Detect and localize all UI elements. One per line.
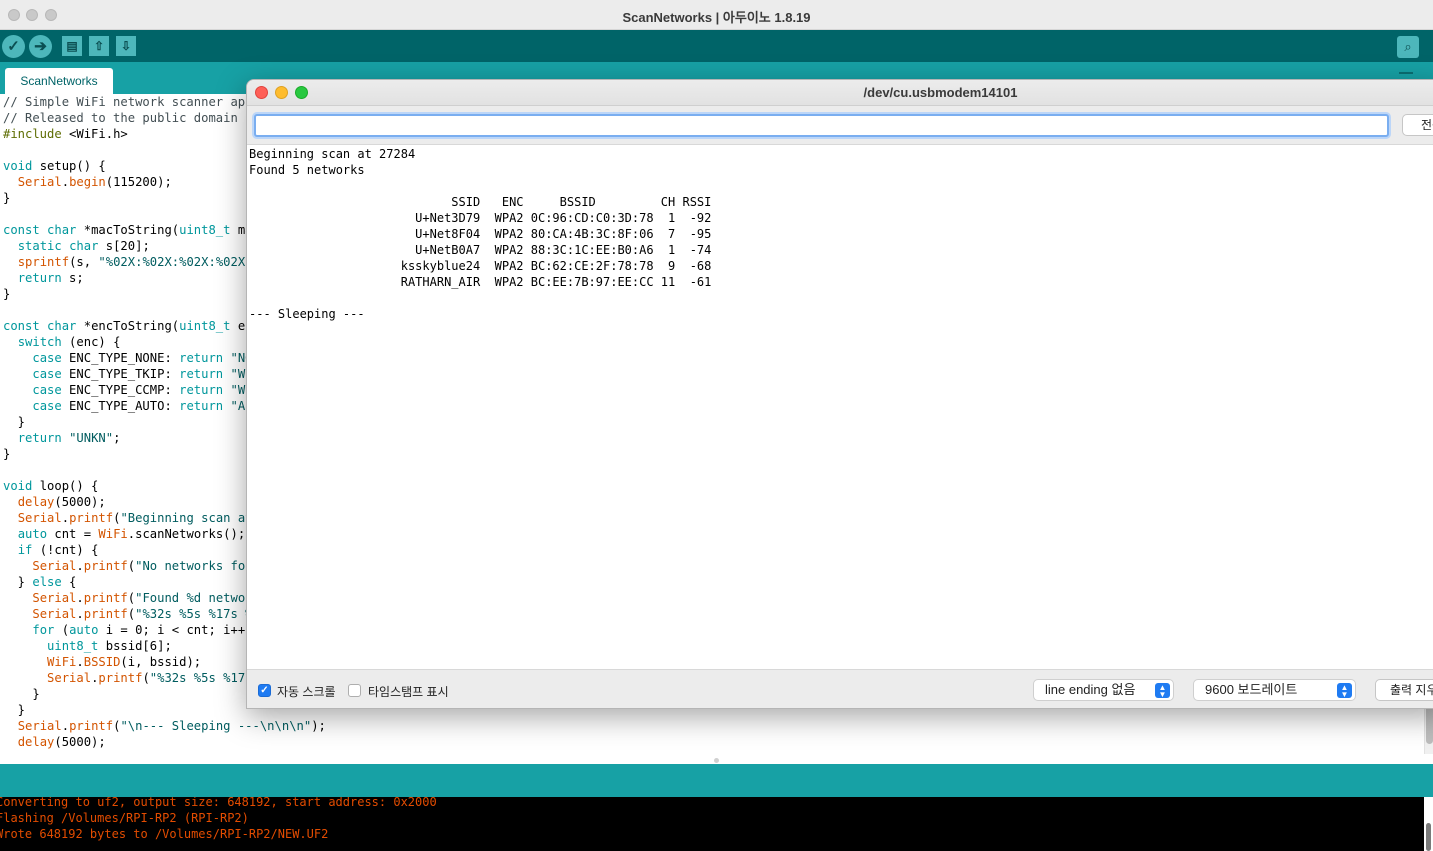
serial-output-line: U+Net8F04 WPA2 80:CA:4B:3C:8F:06 7 -95: [249, 227, 712, 241]
divider-grip-icon[interactable]: [714, 758, 719, 763]
console-line: Flashing /Volumes/RPI-RP2 (RPI-RP2): [0, 811, 249, 825]
console-scroll-thumb[interactable]: [1426, 823, 1431, 851]
serial-output-line: ksskyblue24 WPA2 BC:62:CE:2F:78:78 9 -68: [249, 259, 712, 273]
open-sketch-button[interactable]: ⇧: [89, 36, 109, 56]
console-lines: Converting to uf2, output size: 648192, …: [0, 797, 437, 842]
message-bar: [0, 764, 1433, 797]
baud-rate-value: 9600 보드레이트: [1205, 682, 1298, 697]
line-ending-select[interactable]: line ending 없음 ▲ ▼: [1033, 679, 1174, 701]
serial-output-line: RATHARN_AIR WPA2 BC:EE:7B:97:EE:CC 11 -6…: [249, 275, 712, 289]
show-timestamp-label[interactable]: 타임스탬프 표시: [368, 683, 449, 700]
verify-button[interactable]: ✓: [2, 35, 25, 58]
code-line: Serial.printf("\n--- Sleeping ---\n\n\n"…: [17, 719, 326, 733]
checkmark-icon: ✓: [260, 685, 269, 696]
serial-output-area[interactable]: Beginning scan at 27284 Found 5 networks …: [247, 144, 1433, 670]
serial-monitor-title: /dev/cu.usbmodem14101: [863, 85, 1018, 100]
updown-chevron-icon: ▲ ▼: [1337, 683, 1352, 699]
line-ending-value: line ending 없음: [1045, 682, 1136, 697]
send-button[interactable]: 전송: [1402, 114, 1433, 136]
arduino-ide-window: ScanNetworks | 아두이노 1.8.19 ✓ ➔ ▤ ⇧ ⇩ ⌕ S…: [0, 0, 1433, 851]
upload-button[interactable]: ➔: [29, 35, 52, 58]
serial-output-line: Beginning scan at 27284: [249, 147, 416, 161]
code-line: delay(5000);: [17, 735, 106, 749]
updown-chevron-icon: ▲ ▼: [1155, 683, 1170, 699]
serial-monitor-button[interactable]: ⌕: [1397, 36, 1419, 58]
new-file-icon: ▤: [66, 39, 78, 53]
console-output: Converting to uf2, output size: 648192, …: [0, 797, 1424, 851]
save-sketch-button[interactable]: ⇩: [116, 36, 136, 56]
serial-output-line: U+NetB0A7 WPA2 88:3C:1C:EE:B0:A6 1 -74: [249, 243, 712, 257]
serial-monitor-footer: ✓ 자동 스크롤 타임스탬프 표시 line ending 없음 ▲ ▼ 9600…: [247, 671, 1433, 708]
serial-output-line: [249, 178, 711, 194]
show-timestamp-checkbox[interactable]: [348, 684, 361, 697]
console-line: Wrote 648192 bytes to /Volumes/RPI-RP2/N…: [0, 827, 329, 841]
serial-monitor-window: /dev/cu.usbmodem14101 전송 Beginning scan …: [246, 79, 1433, 709]
console-scrollbar[interactable]: [1424, 797, 1433, 851]
right-arrow-icon: ➔: [34, 38, 47, 55]
toolbar: ✓ ➔ ▤ ⇧ ⇩ ⌕: [0, 30, 1433, 62]
magnifier-icon: ⌕: [1404, 39, 1412, 54]
window-title: ScanNetworks | 아두이노 1.8.19: [622, 10, 811, 25]
serial-input-field[interactable]: [254, 114, 1389, 137]
serial-output-line: U+Net3D79 WPA2 0C:96:CD:C0:3D:78 1 -92: [249, 211, 712, 225]
serial-output-line: [249, 290, 711, 306]
tab-scannetworks[interactable]: ScanNetworks: [5, 68, 113, 94]
serial-output-line: --- Sleeping ---: [249, 307, 365, 321]
autoscroll-label[interactable]: 자동 스크롤: [277, 683, 336, 700]
checkmark-icon: ✓: [7, 38, 20, 55]
baud-rate-select[interactable]: 9600 보드레이트 ▲ ▼: [1193, 679, 1356, 701]
serial-monitor-titlebar: /dev/cu.usbmodem14101: [247, 80, 1433, 106]
open-up-arrow-icon: ⇧: [93, 39, 105, 53]
window-titlebar: ScanNetworks | 아두이노 1.8.19: [0, 0, 1433, 30]
save-down-arrow-icon: ⇩: [120, 39, 132, 53]
console-line: Converting to uf2, output size: 648192, …: [0, 797, 437, 809]
clear-output-button[interactable]: 출력 지우기: [1375, 679, 1433, 701]
serial-output-line: Found 5 networks: [249, 163, 365, 177]
autoscroll-checkbox[interactable]: ✓: [258, 684, 271, 697]
serial-output-text: Beginning scan at 27284 Found 5 networks …: [249, 146, 711, 322]
serial-output-line: SSID ENC BSSID CH RSSI: [249, 195, 712, 209]
new-sketch-button[interactable]: ▤: [62, 36, 82, 56]
